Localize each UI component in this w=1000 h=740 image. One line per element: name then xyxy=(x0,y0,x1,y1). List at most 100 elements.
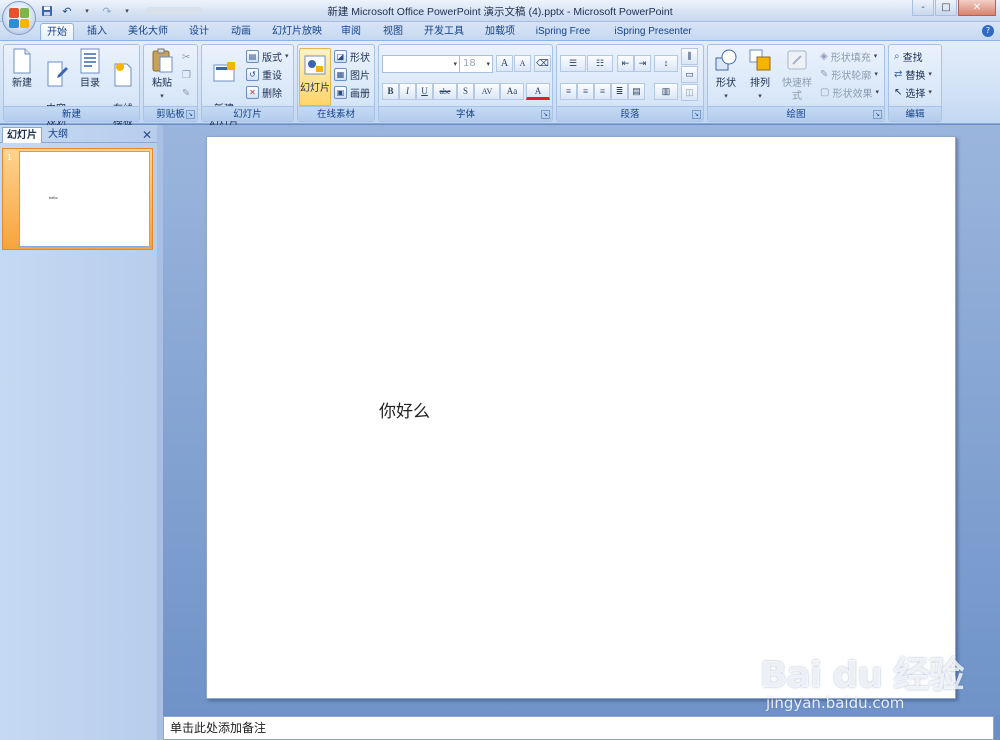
shape-outline-button[interactable]: ✎ 形状轮廓 ▾ xyxy=(820,66,878,82)
cut-button[interactable]: ✂ xyxy=(182,49,190,65)
numbering-icon: ☷ xyxy=(595,58,605,68)
tab-insert[interactable]: 插入 xyxy=(80,23,114,41)
online-slide-label: 幻灯片 xyxy=(300,83,330,94)
notes-pane[interactable]: 单击此处添加备注 xyxy=(163,716,994,740)
smartart-button[interactable]: ◫ xyxy=(681,84,698,101)
group-online-label: 在线素材 xyxy=(298,106,374,121)
font-size-dropdown-icon: ▾ xyxy=(486,60,490,68)
online-album-button[interactable]: ▣ 画册 xyxy=(334,84,370,100)
new-button[interactable]: 新建 xyxy=(6,48,38,90)
maximize-button[interactable]: □ xyxy=(935,0,957,16)
close-pane-icon[interactable]: ✕ xyxy=(142,128,152,142)
find-button[interactable]: ⌕ 查找 xyxy=(894,48,923,64)
layout-button[interactable]: ▤ 版式 ▾ xyxy=(246,48,289,64)
clipboard-launcher-icon[interactable]: ↘ xyxy=(186,110,195,119)
replace-button[interactable]: ⇄ 替换 ▾ xyxy=(894,66,932,82)
char-spacing-button[interactable]: AV xyxy=(474,83,500,100)
align-left-button[interactable]: ≡ xyxy=(560,83,577,100)
paste-label: 粘贴 xyxy=(152,78,172,89)
tab-outline[interactable]: 大纲 xyxy=(44,127,72,143)
format-painter-button[interactable]: ✎ xyxy=(182,85,190,101)
delete-slide-button[interactable]: ✕ 删除 xyxy=(246,84,282,100)
align-text-button[interactable]: ▭ xyxy=(681,66,698,83)
shadow-button[interactable]: S xyxy=(457,83,474,100)
tab-view[interactable]: 视图 xyxy=(376,23,410,41)
minimize-button[interactable]: - xyxy=(912,0,934,16)
help-icon[interactable]: ? xyxy=(982,25,994,37)
group-editing: ⌕ 查找 ⇄ 替换 ▾ ↖ 选择 ▾ 编辑 xyxy=(888,44,942,122)
change-case-button[interactable]: Aa xyxy=(500,83,524,100)
slide-thumbnail-selected[interactable]: 1 hello xyxy=(2,148,153,250)
drawing-launcher-icon[interactable]: ↘ xyxy=(873,110,882,119)
bullets-button[interactable]: ☰ xyxy=(560,55,586,72)
shape-fill-label: 形状填充 xyxy=(830,52,871,64)
tab-design[interactable]: 设计 xyxy=(182,23,216,41)
shapes-icon xyxy=(715,49,737,71)
toc-button[interactable]: 目录 xyxy=(74,48,106,90)
thumbnail-text: hello xyxy=(49,196,58,200)
tab-ispring-free[interactable]: iSpring Free xyxy=(530,23,596,41)
italic-button[interactable]: I xyxy=(399,83,416,100)
select-label: 选择 xyxy=(905,88,926,100)
grow-font-button[interactable]: A xyxy=(496,55,513,72)
office-button[interactable] xyxy=(2,1,36,35)
slide-text-box[interactable]: 你好么 xyxy=(379,397,430,422)
line-spacing-icon: ↕ xyxy=(663,58,669,68)
shapes-button[interactable]: 形状 ▾ xyxy=(710,48,742,103)
font-launcher-icon[interactable]: ↘ xyxy=(541,110,550,119)
increase-indent-button[interactable]: ⇥ xyxy=(634,55,651,72)
layout-label: 版式 xyxy=(262,52,282,64)
tab-ispring-presenter[interactable]: iSpring Presenter xyxy=(606,23,700,41)
line-spacing-button[interactable]: ↕ xyxy=(654,55,678,72)
paste-button[interactable]: 粘贴 ▾ xyxy=(146,48,178,103)
window-controls: - □ ✕ xyxy=(912,0,996,16)
columns-button[interactable]: ▥ xyxy=(654,83,678,100)
font-color-button[interactable]: A xyxy=(526,83,550,100)
clear-format-icon[interactable]: ⌫ xyxy=(534,55,551,72)
group-online: 幻灯片 ◪ 形状 ▦ 图片 ▣ 画册 在线素材 xyxy=(297,44,375,122)
group-paragraph-label: 段落 xyxy=(557,106,703,121)
decrease-indent-button[interactable]: ⇤ xyxy=(617,55,634,72)
shrink-font-button[interactable]: A xyxy=(514,55,531,72)
tab-developer[interactable]: 开发工具 xyxy=(418,23,470,41)
bold-button[interactable]: B xyxy=(382,83,399,100)
tab-review[interactable]: 审阅 xyxy=(334,23,368,41)
tab-slides[interactable]: 幻灯片 xyxy=(2,127,42,143)
online-picture-button[interactable]: ▦ 图片 xyxy=(334,66,370,82)
slide-thumbnail[interactable]: hello xyxy=(19,151,150,247)
align-center-button[interactable]: ≡ xyxy=(577,83,594,100)
shape-fill-button[interactable]: ◈ 形状填充 ▾ xyxy=(820,48,877,64)
shape-effects-button[interactable]: ▢ 形状效果 ▾ xyxy=(820,84,879,100)
format-painter-icon: ✎ xyxy=(182,87,191,99)
select-button[interactable]: ↖ 选择 ▾ xyxy=(894,84,932,100)
picture-icon: ▦ xyxy=(334,67,347,81)
shape-fill-dropdown-icon: ▾ xyxy=(873,52,878,60)
paragraph-launcher-icon[interactable]: ↘ xyxy=(692,110,701,119)
tab-home[interactable]: 开始 xyxy=(40,23,74,41)
underline-button[interactable]: U xyxy=(416,83,433,100)
online-slide-button[interactable]: 幻灯片 xyxy=(299,48,331,106)
font-size-select[interactable]: 18 ▾ xyxy=(459,55,493,73)
font-name-select[interactable]: ▾ xyxy=(382,55,460,73)
tab-slideshow[interactable]: 幻灯片放映 xyxy=(266,23,328,41)
numbering-button[interactable]: ☷ xyxy=(587,55,613,72)
tab-beautify[interactable]: 美化大师 xyxy=(122,23,174,41)
reset-button[interactable]: ↺ 重设 xyxy=(246,66,282,82)
strikethrough-button[interactable]: abe xyxy=(433,83,457,100)
group-slides-label: 幻灯片 xyxy=(202,106,293,121)
paste-dropdown-icon[interactable]: ▾ xyxy=(146,90,178,103)
align-right-button[interactable]: ≡ xyxy=(594,83,611,100)
distribute-button[interactable]: ▤ xyxy=(628,83,645,100)
justify-button[interactable]: ≣ xyxy=(611,83,628,100)
copy-button[interactable]: ❐ xyxy=(182,67,191,83)
arrange-button[interactable]: 排列 ▾ xyxy=(744,48,776,103)
tab-animation[interactable]: 动画 xyxy=(224,23,258,41)
tab-addins[interactable]: 加载项 xyxy=(478,23,522,41)
new-document-icon xyxy=(13,48,31,74)
text-direction-button[interactable]: ⫼ xyxy=(681,48,698,65)
slide-canvas[interactable]: 你好么 xyxy=(206,136,956,699)
online-shape-button[interactable]: ◪ 形状 xyxy=(334,48,370,64)
paste-icon xyxy=(152,48,173,73)
group-drawing-label: 绘图 xyxy=(708,106,884,121)
close-button[interactable]: ✕ xyxy=(958,0,996,16)
